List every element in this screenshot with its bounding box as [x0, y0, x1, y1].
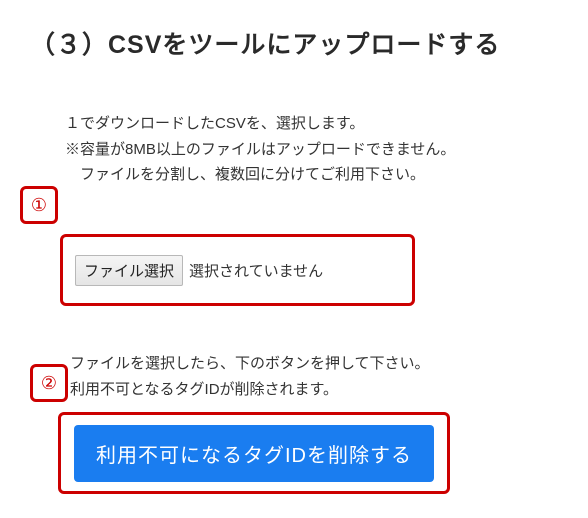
description2-line: ファイルを選択したら、下のボタンを押して下さい。: [70, 351, 430, 377]
submit-highlight: 利用不可になるタグIDを削除する: [58, 412, 450, 494]
delete-unavailable-tagid-button[interactable]: 利用不可になるタグIDを削除する: [74, 425, 434, 482]
description2-line: 利用不可となるタグIDが削除されます。: [70, 377, 430, 403]
description2-block: ファイルを選択したら、下のボタンを押して下さい。 利用不可となるタグIDが削除さ…: [70, 351, 430, 402]
description-line: ※容量が8MB以上のファイルはアップロードできません。: [65, 137, 558, 163]
file-chooser-highlight: ファイル選択 選択されていません: [60, 234, 415, 306]
step-badge-label: ②: [41, 373, 57, 394]
description-block: １でダウンロードしたCSVを、選択します。 ※容量が8MB以上のファイルはアップ…: [65, 111, 558, 188]
description-line: ファイルを分割し、複数回に分けてご利用下さい。: [65, 162, 558, 188]
step-badge-label: ①: [31, 195, 47, 216]
step-badge-2: ②: [30, 364, 68, 402]
file-select-button[interactable]: ファイル選択: [75, 255, 183, 286]
step-badge-1: ①: [20, 186, 58, 224]
page-heading: （３）CSVをツールにアップロードする: [30, 25, 558, 61]
file-status-text: 選択されていません: [189, 260, 323, 281]
description-line: １でダウンロードしたCSVを、選択します。: [65, 111, 558, 137]
